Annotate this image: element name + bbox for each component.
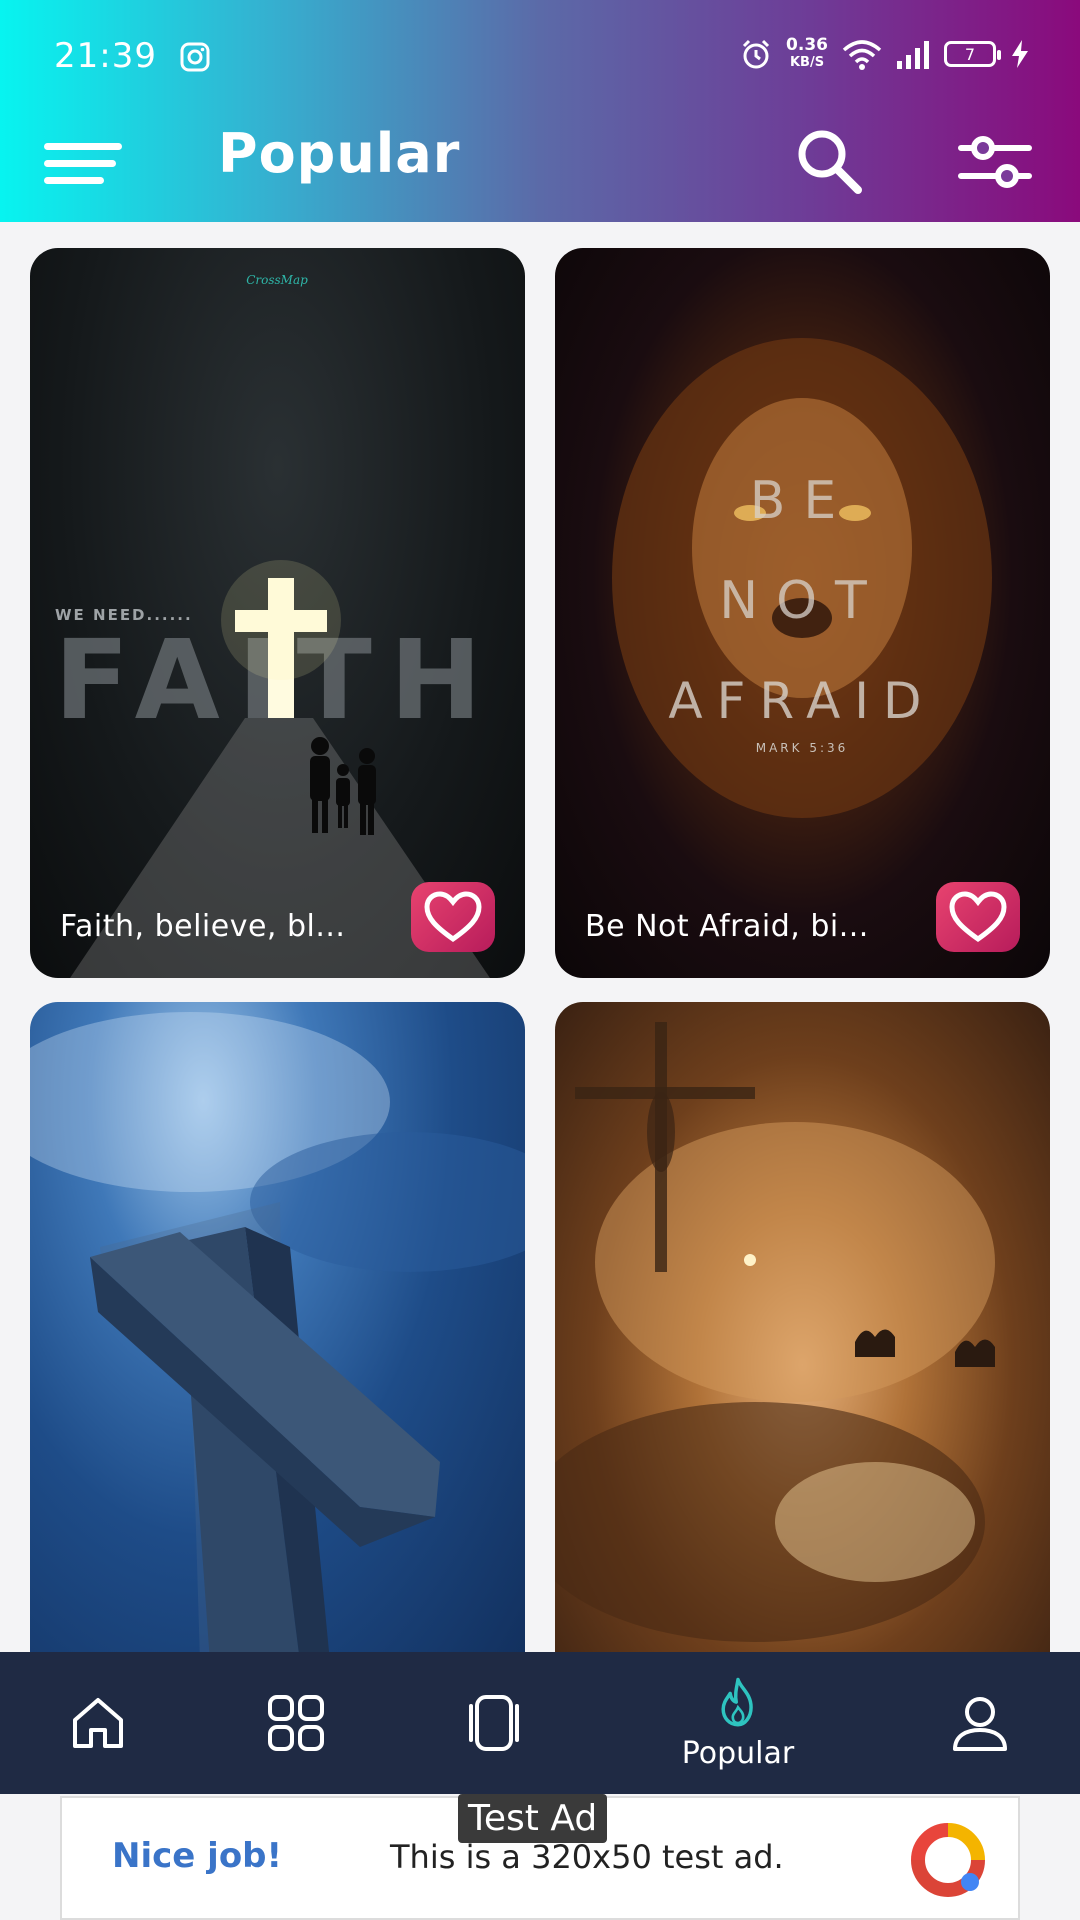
ad-headline: Nice job! [112, 1836, 283, 1876]
search-button[interactable] [790, 122, 870, 202]
heart-icon [949, 891, 1007, 943]
network-speed-unit: KB/S [789, 55, 825, 70]
wallpaper-card[interactable] [555, 1002, 1050, 1652]
fire-icon [721, 1677, 753, 1727]
wifi-icon [842, 40, 882, 70]
wallpaper-art-line: NOT [719, 571, 885, 631]
toolbar: Popular [0, 110, 1080, 222]
wallpaper-art-line: AFRAID [668, 672, 935, 730]
nav-categories[interactable] [256, 1652, 336, 1794]
app-header: 21:39 0.36 KB/S 7 Popular [0, 0, 1080, 222]
wallpaper-watermark: CrossMap [246, 273, 308, 287]
profile-icon [953, 1697, 1007, 1751]
status-time: 21:39 [54, 36, 157, 76]
instagram-icon [180, 42, 210, 72]
nav-wallpapers[interactable] [454, 1652, 534, 1794]
heart-icon [424, 891, 482, 943]
nav-home[interactable] [58, 1652, 138, 1794]
wallpaper-caption: Faith, believe, bl... [60, 909, 346, 944]
menu-icon-bar [44, 159, 116, 167]
categories-icon [268, 1695, 324, 1751]
nav-profile[interactable] [940, 1652, 1020, 1794]
menu-icon-bar [44, 142, 122, 150]
ad-body: This is a 320x50 test ad. [390, 1838, 784, 1876]
wallpapers-icon [469, 1695, 519, 1751]
app-screen: 21:39 0.36 KB/S 7 Popular CrossMap WE NE… [0, 0, 1080, 1920]
network-speed: 0.36 KB/S [786, 37, 828, 71]
filter-button[interactable] [955, 122, 1035, 202]
wallpaper-card[interactable]: CrossMap WE NEED...... FAITH Faith, beli… [30, 248, 525, 978]
favorite-button[interactable] [936, 882, 1020, 952]
battery-indicator: 7 [944, 41, 1001, 67]
search-icon [798, 130, 862, 194]
charging-icon [1012, 40, 1028, 68]
network-speed-value: 0.36 [786, 35, 828, 55]
wallpaper-card[interactable] [30, 1002, 525, 1652]
wallpaper-caption: Be Not Afraid, bi... [585, 909, 869, 944]
nav-popular-label: Popular [681, 1735, 795, 1771]
test-ad-label: Test Ad [458, 1794, 608, 1843]
menu-icon-bar [44, 176, 104, 184]
favorite-button[interactable] [411, 882, 495, 952]
ad-area: Nice job! This is a 320x50 test ad. Test… [0, 1794, 1080, 1920]
wallpaper-card[interactable]: BE NOT AFRAID MARK 5:36 Be Not Afraid, b… [555, 248, 1050, 978]
ad-logo-icon [911, 1823, 985, 1897]
menu-button[interactable] [44, 128, 124, 198]
wallpaper-image: BE NOT AFRAID MARK 5:36 [612, 338, 992, 818]
wallpaper-grid: CrossMap WE NEED...... FAITH Faith, beli… [0, 222, 1080, 1652]
signal-icon [897, 41, 929, 69]
bottom-navigation: Popular [0, 1652, 1080, 1794]
page-title: Popular [218, 122, 461, 185]
filter-icon [958, 136, 1032, 188]
status-bar: 21:39 0.36 KB/S 7 [0, 0, 1080, 110]
wallpaper-art-reference: MARK 5:36 [756, 741, 849, 755]
home-icon [73, 1698, 123, 1748]
status-indicators: 0.36 KB/S 7 [740, 34, 1030, 74]
wallpaper-image [30, 1012, 525, 1652]
wallpaper-art-line: BE [750, 471, 855, 531]
wallpaper-image [555, 1022, 995, 1642]
nav-popular[interactable]: Popular [668, 1652, 808, 1794]
alarm-icon [742, 39, 770, 69]
battery-level: 7 [964, 44, 976, 64]
wallpaper-image: CrossMap WE NEED...... FAITH [54, 273, 490, 978]
